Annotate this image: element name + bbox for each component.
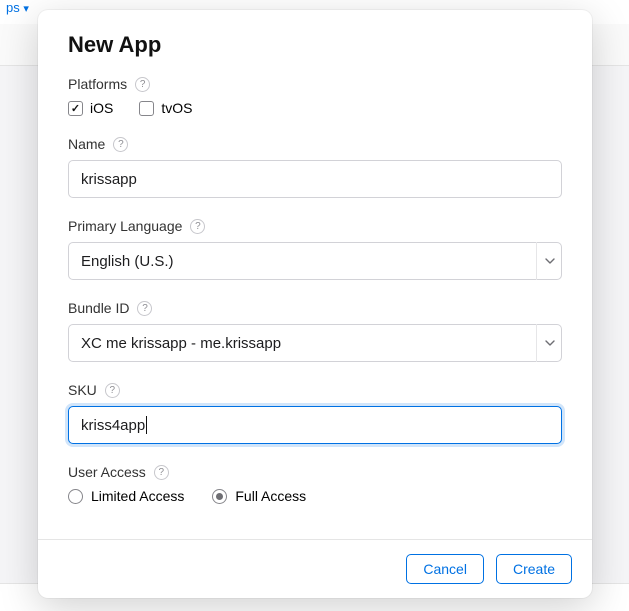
platforms-field: Platforms ? iOS tvOS	[68, 76, 562, 116]
bundle-id-value: XC me krissapp - me.krissapp	[81, 335, 281, 352]
primary-language-value: English (U.S.)	[81, 253, 174, 270]
cancel-button[interactable]: Cancel	[406, 554, 484, 584]
bundle-id-label: Bundle ID	[68, 300, 129, 316]
chevron-down-icon: ▾	[23, 3, 29, 15]
name-label: Name	[68, 136, 105, 152]
bundle-id-select[interactable]: XC me krissapp - me.krissapp	[68, 324, 562, 362]
platforms-label: Platforms	[68, 76, 127, 92]
ios-checkbox-label: iOS	[90, 100, 113, 116]
name-field: Name ?	[68, 136, 562, 198]
radio-icon	[212, 489, 227, 504]
primary-language-label: Primary Language	[68, 218, 182, 234]
new-app-modal: New App Platforms ? iOS tvOS Name	[38, 10, 592, 598]
bg-breadcrumb[interactable]: ps	[6, 0, 20, 15]
tvos-checkbox-label: tvOS	[161, 100, 192, 116]
tvos-checkbox[interactable]: tvOS	[139, 100, 192, 116]
help-icon[interactable]: ?	[154, 465, 169, 480]
sku-label: SKU	[68, 382, 97, 398]
user-access-label: User Access	[68, 464, 146, 480]
full-access-radio[interactable]: Full Access	[212, 488, 306, 504]
text-cursor-icon	[146, 416, 147, 434]
modal-title: New App	[68, 32, 562, 58]
limited-access-label: Limited Access	[91, 488, 184, 504]
sku-input[interactable]: kriss4app	[68, 406, 562, 444]
user-access-field: User Access ? Limited Access Full Access	[68, 464, 562, 504]
help-icon[interactable]: ?	[135, 77, 150, 92]
name-input[interactable]	[68, 160, 562, 198]
checkbox-icon	[68, 101, 83, 116]
help-icon[interactable]: ?	[113, 137, 128, 152]
help-icon[interactable]: ?	[190, 219, 205, 234]
limited-access-radio[interactable]: Limited Access	[68, 488, 184, 504]
modal-footer: Cancel Create	[38, 539, 592, 598]
create-button[interactable]: Create	[496, 554, 572, 584]
sku-field: SKU ? kriss4app	[68, 382, 562, 444]
primary-language-field: Primary Language ? English (U.S.)	[68, 218, 562, 280]
radio-icon	[68, 489, 83, 504]
help-icon[interactable]: ?	[105, 383, 120, 398]
help-icon[interactable]: ?	[137, 301, 152, 316]
sku-value: kriss4app	[81, 417, 145, 434]
bundle-id-field: Bundle ID ? XC me krissapp - me.krissapp	[68, 300, 562, 362]
full-access-label: Full Access	[235, 488, 306, 504]
ios-checkbox[interactable]: iOS	[68, 100, 113, 116]
checkbox-icon	[139, 101, 154, 116]
modal-body: New App Platforms ? iOS tvOS Name	[38, 10, 592, 539]
primary-language-select[interactable]: English (U.S.)	[68, 242, 562, 280]
